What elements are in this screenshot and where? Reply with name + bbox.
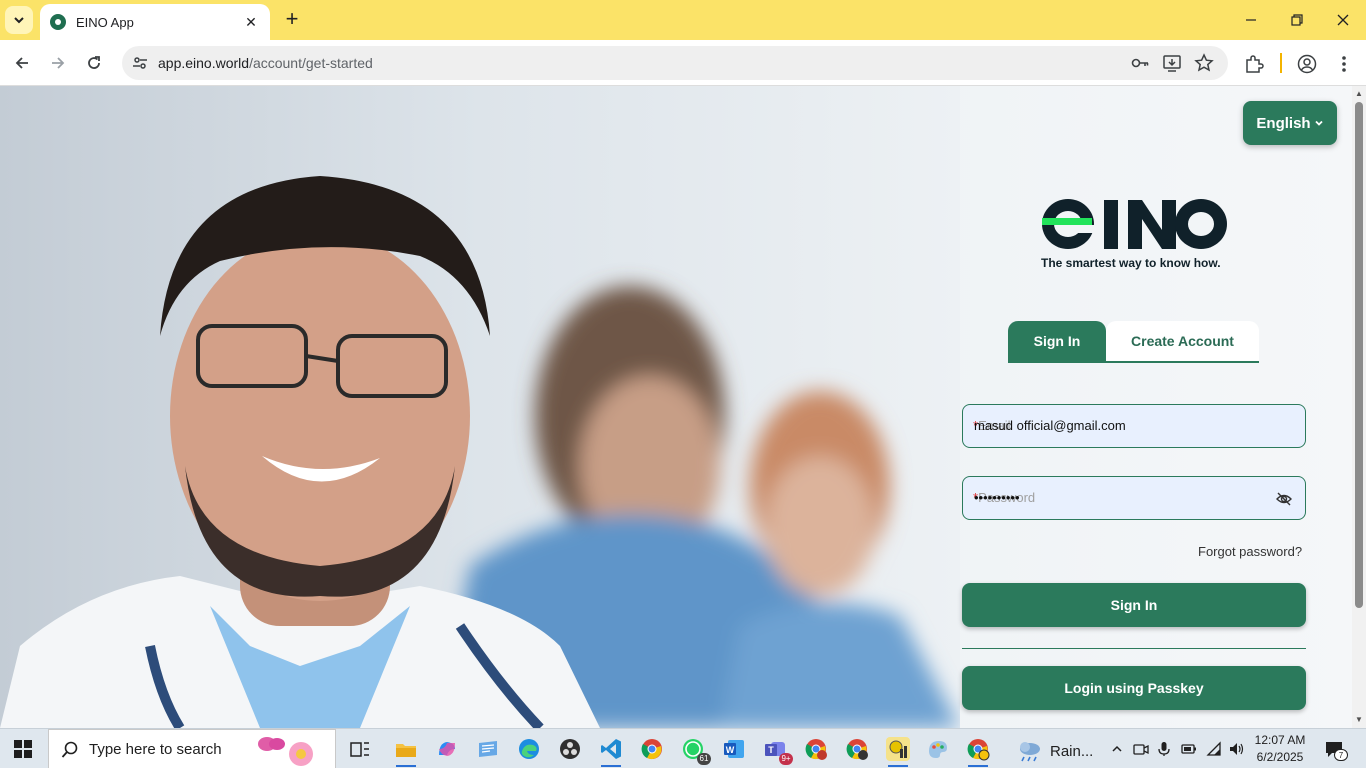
copilot-icon[interactable] bbox=[435, 737, 459, 761]
system-clock[interactable]: 12:07 AM 6/2/2025 bbox=[1252, 732, 1308, 766]
address-bar[interactable]: app.eino.world/account/get-started bbox=[122, 46, 1228, 80]
clock-date: 6/2/2025 bbox=[1256, 750, 1304, 764]
passkey-login-button[interactable]: Login using Passkey bbox=[962, 666, 1306, 710]
volume-icon[interactable] bbox=[1228, 740, 1246, 758]
clock-time: 12:07 AM bbox=[1254, 733, 1306, 747]
minimize-button[interactable] bbox=[1228, 0, 1274, 40]
weather-label: Rain... bbox=[1050, 742, 1094, 760]
tab-title: EINO App bbox=[76, 14, 134, 30]
minimize-icon bbox=[1246, 19, 1256, 21]
tab-search-button[interactable] bbox=[5, 6, 33, 34]
task-view-icon[interactable] bbox=[348, 737, 372, 761]
eino-favicon-icon bbox=[50, 14, 66, 30]
forgot-password-link[interactable]: Forgot password? bbox=[1198, 544, 1302, 559]
microphone-icon[interactable] bbox=[1155, 740, 1173, 758]
back-button[interactable] bbox=[8, 49, 36, 77]
close-window-button[interactable] bbox=[1320, 0, 1366, 40]
toolbar-separator bbox=[1280, 53, 1282, 73]
new-tab-button[interactable]: + bbox=[280, 8, 304, 32]
svg-text:W: W bbox=[726, 745, 735, 755]
tray-overflow-chevron-icon[interactable] bbox=[1108, 740, 1126, 758]
vscode-icon[interactable] bbox=[599, 737, 623, 767]
meet-camera-icon[interactable] bbox=[1132, 740, 1150, 758]
profile-avatar-icon[interactable] bbox=[1296, 53, 1318, 75]
weather-widget[interactable]: Rain... bbox=[1016, 739, 1093, 763]
battery-icon[interactable] bbox=[1180, 740, 1198, 758]
url-text: app.eino.world/account/get-started bbox=[158, 55, 373, 71]
paint-app-icon[interactable] bbox=[926, 737, 950, 761]
windows-start-icon[interactable] bbox=[14, 740, 32, 758]
password-key-icon[interactable] bbox=[1130, 53, 1150, 73]
browser-menu-icon[interactable] bbox=[1333, 53, 1355, 75]
chrome-active-window-icon[interactable] bbox=[966, 737, 990, 767]
forward-button[interactable] bbox=[44, 49, 72, 77]
scroll-down-arrow-icon[interactable]: ▼ bbox=[1355, 715, 1363, 724]
taskbar-search[interactable]: Type here to search bbox=[48, 729, 336, 768]
teams-badge: 9+ bbox=[779, 753, 793, 765]
web-page: English The smartest way to know how. Si… bbox=[0, 86, 1352, 728]
reload-icon bbox=[88, 56, 100, 69]
brand-tagline: The smartest way to know how. bbox=[1041, 256, 1221, 270]
file-explorer-icon[interactable] bbox=[394, 737, 418, 767]
notification-center-icon[interactable]: 7 bbox=[1324, 739, 1348, 761]
url-path: /account/get-started bbox=[249, 55, 373, 71]
doctor-hero-photo bbox=[0, 86, 960, 728]
obs-studio-icon[interactable] bbox=[558, 737, 582, 761]
language-selector[interactable]: English bbox=[1243, 101, 1337, 145]
reload-button[interactable] bbox=[80, 49, 108, 77]
edge-browser-icon[interactable] bbox=[517, 737, 541, 761]
search-icon bbox=[61, 741, 78, 758]
extensions-puzzle-icon[interactable] bbox=[1243, 53, 1265, 75]
chrome-profile-a-icon[interactable] bbox=[804, 737, 828, 761]
form-divider bbox=[962, 648, 1306, 649]
wifi-icon[interactable] bbox=[1205, 740, 1223, 758]
chevron-down-icon bbox=[1314, 120, 1323, 126]
install-app-icon[interactable] bbox=[1162, 53, 1182, 73]
password-input-value[interactable]: •••••••••• bbox=[974, 490, 1264, 505]
scrollbar-thumb[interactable] bbox=[1355, 102, 1363, 608]
eye-off-icon[interactable] bbox=[1275, 490, 1293, 508]
whatsapp-badge: 61 bbox=[697, 753, 711, 765]
tab-create-account[interactable]: Create Account bbox=[1106, 321, 1259, 361]
arrow-right-icon bbox=[52, 57, 65, 69]
close-icon bbox=[1337, 14, 1349, 26]
email-field[interactable]: *Email masud official@gmail.com bbox=[962, 404, 1306, 448]
pinned-yellow-app-icon[interactable] bbox=[886, 737, 910, 767]
sign-in-button[interactable]: Sign In bbox=[962, 583, 1306, 627]
email-input-value[interactable]: masud official@gmail.com bbox=[974, 418, 1264, 433]
butterfly-flower-icon bbox=[258, 737, 313, 766]
arrow-left-icon bbox=[15, 57, 28, 69]
tab-strip: EINO App ✕ + bbox=[0, 0, 1366, 40]
browser-tab[interactable]: EINO App ✕ bbox=[40, 4, 270, 40]
auth-tabs: Sign In Create Account bbox=[1008, 321, 1259, 363]
rain-cloud-icon bbox=[1020, 742, 1040, 762]
word-icon[interactable]: W bbox=[722, 737, 746, 761]
close-tab-icon[interactable]: ✕ bbox=[242, 14, 260, 31]
whatsapp-icon[interactable]: 61 bbox=[681, 737, 711, 765]
tab-sign-in[interactable]: Sign In bbox=[1008, 321, 1106, 361]
password-field[interactable]: *Password •••••••••• bbox=[962, 476, 1306, 520]
language-label: English bbox=[1256, 114, 1311, 132]
url-host: app.eino.world bbox=[158, 55, 250, 71]
notification-count-badge: 7 bbox=[1334, 749, 1348, 761]
photos-app-icon[interactable] bbox=[476, 737, 500, 761]
chevron-down-icon bbox=[14, 17, 24, 24]
bookmark-star-icon[interactable] bbox=[1194, 53, 1214, 73]
restore-button[interactable] bbox=[1274, 0, 1320, 40]
windows-taskbar: Type here to search 61 W T 9+ Rain... 12… bbox=[0, 728, 1366, 768]
svg-text:T: T bbox=[768, 745, 774, 755]
taskbar-search-placeholder: Type here to search bbox=[89, 740, 222, 758]
restore-icon bbox=[1291, 14, 1303, 26]
page-scrollbar[interactable]: ▲ ▼ bbox=[1352, 86, 1366, 728]
chrome-icon[interactable] bbox=[640, 737, 664, 761]
teams-icon[interactable]: T 9+ bbox=[763, 737, 793, 765]
site-settings-icon[interactable] bbox=[130, 53, 150, 73]
scroll-up-arrow-icon[interactable]: ▲ bbox=[1355, 89, 1363, 98]
chrome-profile-b-icon[interactable] bbox=[845, 737, 869, 761]
browser-toolbar: app.eino.world/account/get-started bbox=[0, 40, 1366, 86]
